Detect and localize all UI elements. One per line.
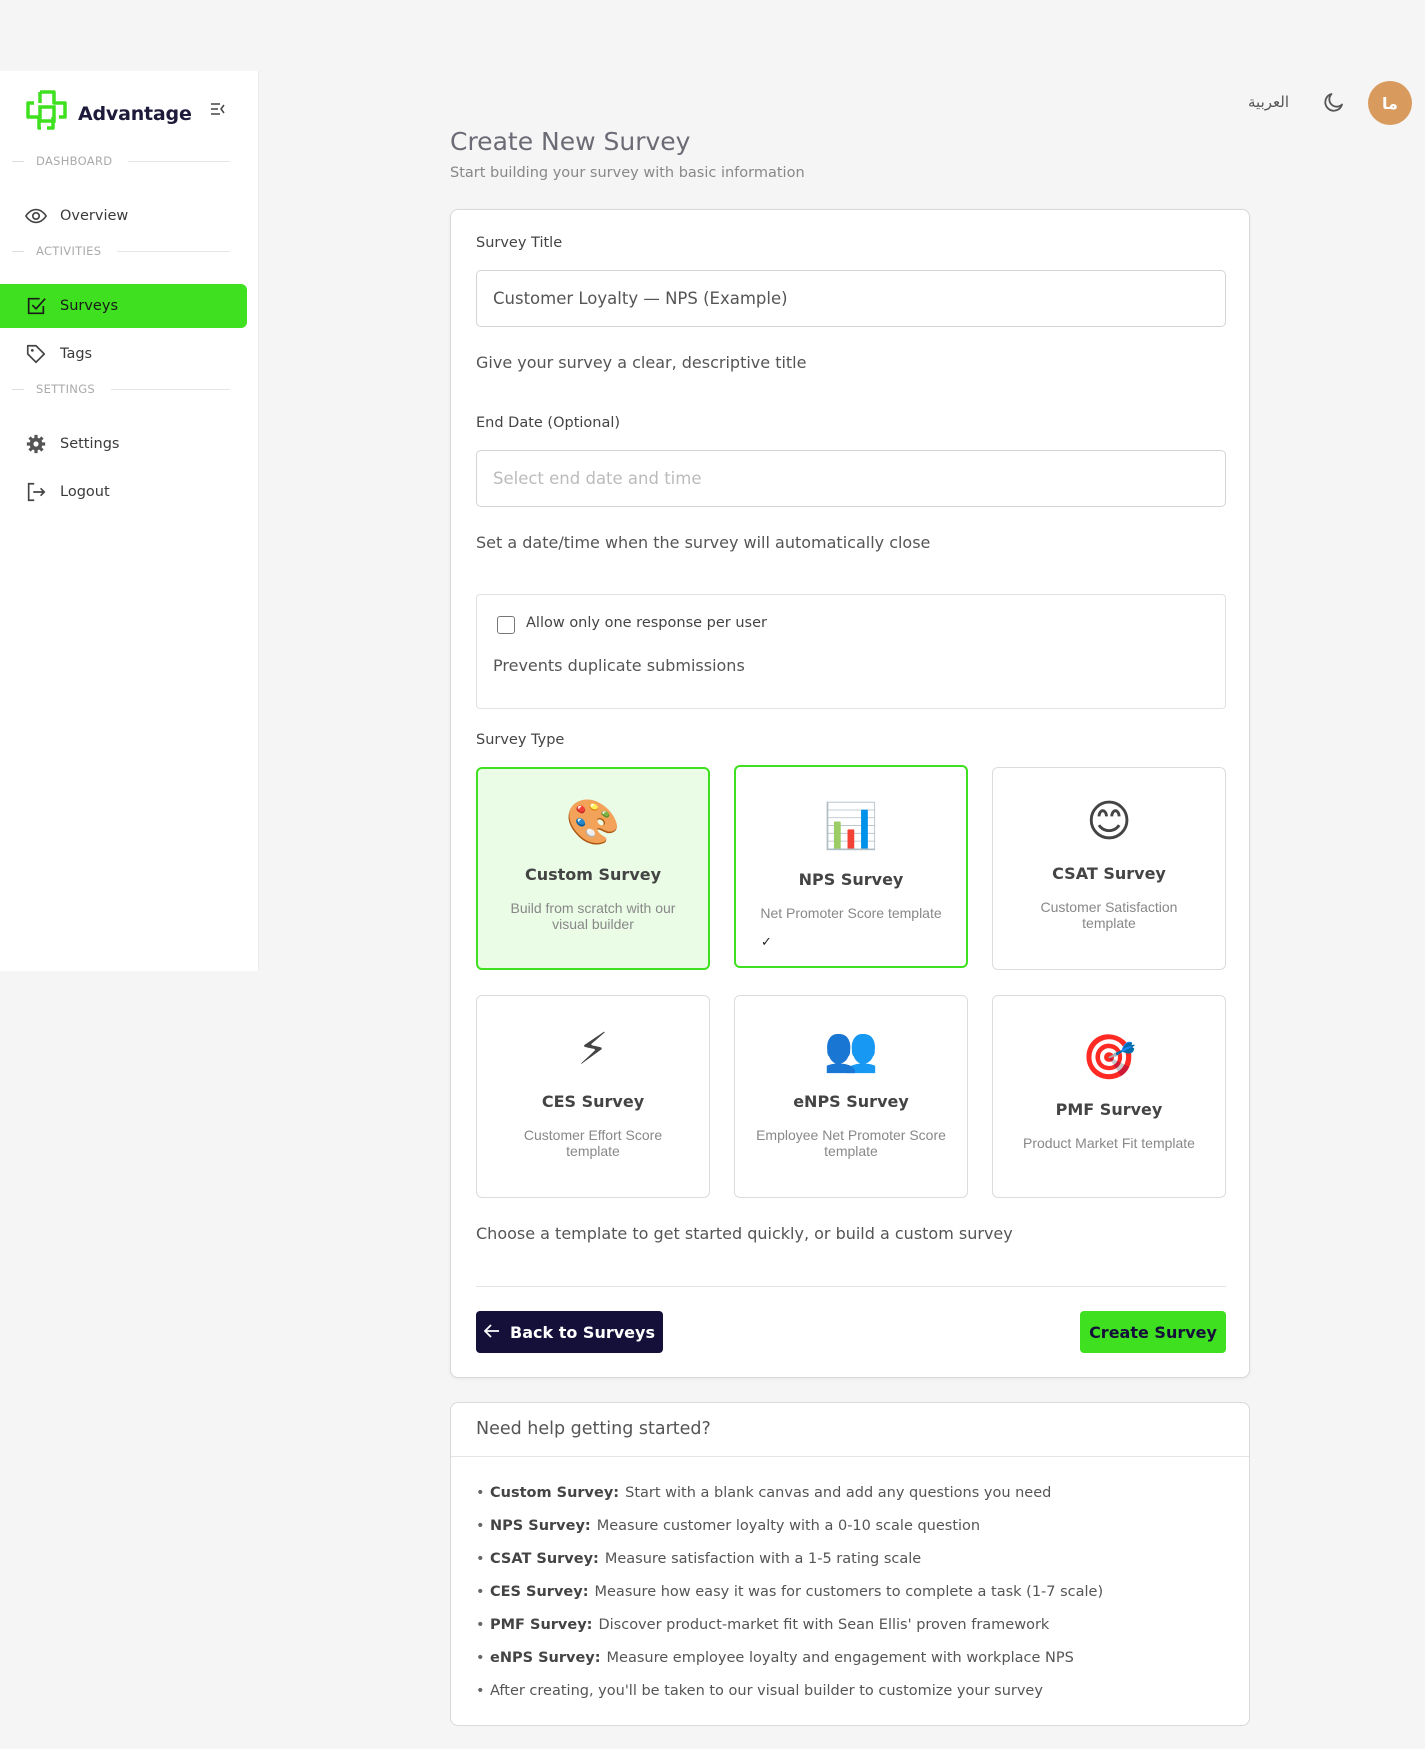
section-label-activities: ACTIVITIES [12, 244, 230, 258]
people-icon: 👥 [823, 1024, 879, 1075]
list-item: • After creating, you'll be taken to our … [476, 1683, 1043, 1699]
survey-title-input[interactable] [476, 270, 1226, 327]
survey-type-ces[interactable]: ⚡ CES Survey Customer Effort Score templ… [476, 995, 710, 1198]
survey-type-desc: Customer Satisfaction template [1040, 899, 1178, 931]
list-item: • PMF Survey: Discover product-market fit … [476, 1617, 1050, 1633]
back-to-surveys-button[interactable]: Back to Surveys [476, 1311, 663, 1353]
gear-icon [24, 432, 48, 456]
tag-icon [24, 342, 48, 366]
sidebar-item-label: Surveys [60, 298, 118, 314]
eye-icon [24, 204, 48, 228]
sidebar: Advantage DASHBOARD Overview ACTIVITIES … [0, 71, 259, 971]
arrow-left-icon [483, 1323, 500, 1342]
list-item: • eNPS Survey: Measure employee loyalty an… [476, 1650, 1074, 1666]
sidebar-item-label: Overview [60, 208, 129, 224]
survey-type-help: Choose a template to get started quickly… [476, 1224, 1013, 1243]
sidebar-item-label: Tags [60, 346, 93, 362]
section-label-dashboard: DASHBOARD [12, 154, 230, 168]
target-icon: 🎯 [1081, 1032, 1137, 1083]
create-survey-button[interactable]: Create Survey [1080, 1311, 1226, 1353]
survey-type-name: NPS Survey [798, 870, 904, 889]
help-card-title: Need help getting started? [476, 1419, 711, 1439]
survey-type-desc: Product Market Fit template [1023, 1135, 1195, 1151]
one-response-help: Prevents duplicate submissions [493, 656, 745, 675]
logo-icon [26, 90, 67, 130]
sidebar-item-label: Settings [60, 436, 120, 452]
list-item: • Custom Survey: Start with a blank canvas… [476, 1485, 1052, 1501]
list-item: • NPS Survey: Measure customer loyalty wit… [476, 1518, 981, 1534]
lightning-icon: ⚡ [577, 1024, 609, 1075]
bar-chart-icon: 📊 [823, 801, 879, 852]
sidebar-item-settings[interactable]: Settings [0, 422, 247, 466]
section-label-settings: SETTINGS [12, 382, 230, 396]
end-date-help: Set a date/time when the survey will aut… [476, 533, 931, 552]
one-response-checkbox[interactable] [497, 616, 515, 634]
smile-icon: 😊 [1086, 796, 1132, 847]
help-card-divider [451, 1456, 1249, 1457]
avatar[interactable]: ما [1368, 81, 1412, 125]
survey-type-name: CSAT Survey [1052, 864, 1166, 883]
survey-type-label: Survey Type [476, 732, 565, 748]
list-item: • CES Survey: Measure how easy it was for … [476, 1584, 1104, 1600]
end-date-label: End Date (Optional) [476, 415, 621, 431]
survey-type-name: CES Survey [541, 1092, 645, 1111]
selected-check-icon: ✓ [761, 935, 772, 950]
logout-icon [24, 480, 48, 504]
survey-type-csat[interactable]: 😊 CSAT Survey Customer Satisfaction temp… [992, 767, 1226, 970]
survey-type-name: eNPS Survey [793, 1092, 909, 1111]
page-title: Create New Survey [450, 127, 691, 156]
brand-name: Advantage [78, 103, 192, 125]
survey-type-desc: Build from scratch with our visual build… [510, 900, 676, 932]
sidebar-item-logout[interactable]: Logout [0, 470, 247, 514]
survey-type-desc: Customer Effort Score template [523, 1127, 663, 1159]
one-response-label[interactable]: Allow only one response per user [526, 615, 767, 631]
survey-type-name: PMF Survey [1055, 1100, 1163, 1119]
survey-type-nps[interactable]: 📊 NPS Survey Net Promoter Score template… [734, 765, 968, 968]
end-date-input[interactable] [476, 450, 1226, 507]
page-subtitle: Start building your survey with basic in… [450, 165, 805, 181]
sidebar-item-surveys[interactable]: Surveys [0, 284, 247, 328]
sidebar-item-label: Logout [60, 484, 110, 500]
brand-logo[interactable]: Advantage [22, 89, 192, 139]
help-list: • Custom Survey: Start with a blank canvas… [476, 1483, 1103, 1714]
create-survey-form: Survey Title Give your survey a clear, d… [450, 209, 1250, 1378]
list-item: • CSAT Survey: Measure satisfaction with a… [476, 1551, 922, 1567]
survey-title-label: Survey Title [476, 235, 563, 251]
one-response-option: Allow only one response per user Prevent… [476, 594, 1226, 709]
survey-type-custom[interactable]: 🎨 Custom Survey Build from scratch with … [476, 767, 710, 970]
survey-type-enps[interactable]: 👥 eNPS Survey Employee Net Promoter Scor… [734, 995, 968, 1198]
survey-type-pmf[interactable]: 🎯 PMF Survey Product Market Fit template [992, 995, 1226, 1198]
survey-type-name: Custom Survey [524, 865, 662, 884]
survey-type-desc: Employee Net Promoter Score template [756, 1127, 946, 1159]
form-divider [476, 1286, 1226, 1287]
sidebar-item-tags[interactable]: Tags [0, 332, 247, 376]
help-card: Need help getting started? • Custom Surve… [450, 1402, 1250, 1726]
survey-title-help: Give your survey a clear, descriptive ti… [476, 353, 807, 372]
back-button-label: Back to Surveys [510, 1322, 655, 1342]
moon-icon[interactable] [1322, 90, 1348, 116]
collapse-sidebar-icon[interactable] [206, 100, 230, 124]
sidebar-item-overview[interactable]: Overview [0, 194, 247, 238]
check-square-icon [24, 294, 48, 318]
survey-type-desc: Net Promoter Score template [760, 905, 942, 921]
palette-icon: 🎨 [565, 797, 621, 848]
language-toggle[interactable]: العربية [1248, 93, 1289, 111]
